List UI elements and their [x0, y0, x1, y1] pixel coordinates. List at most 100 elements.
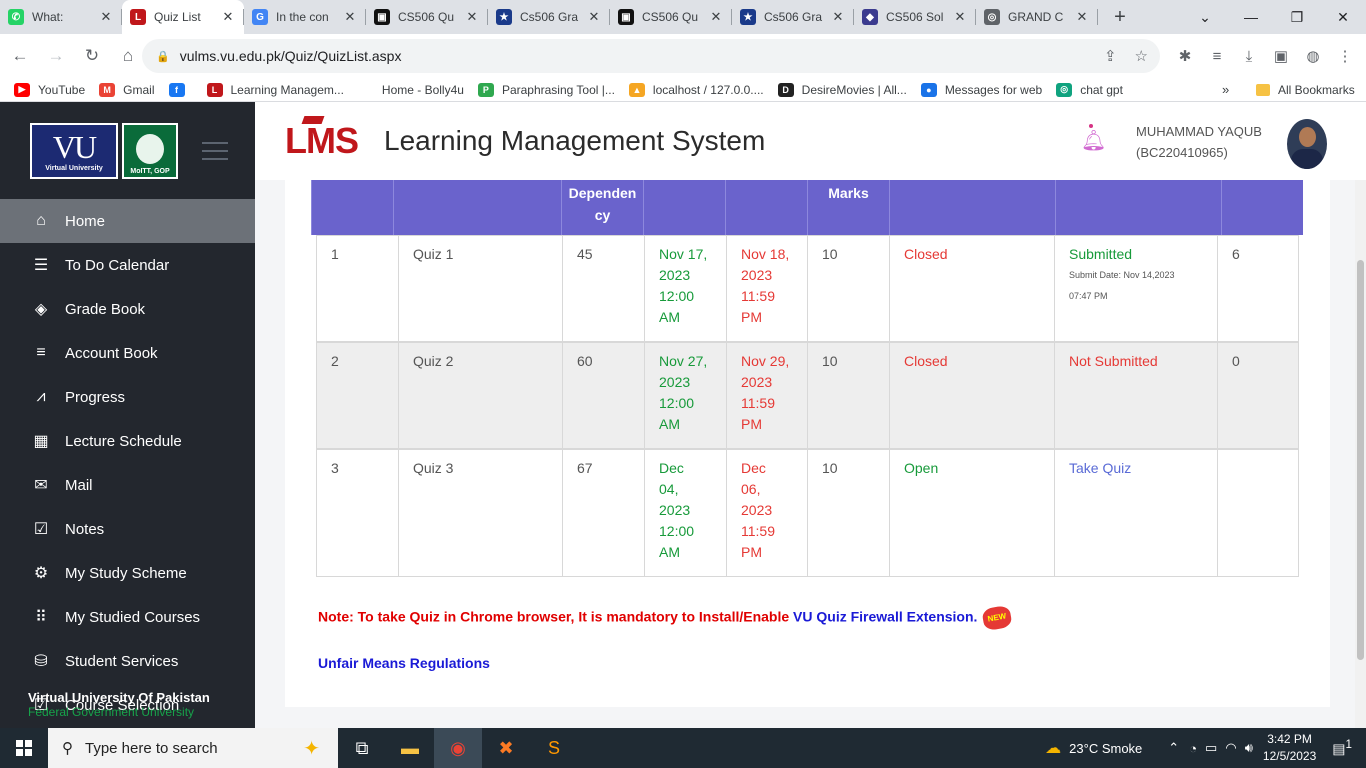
wifi-icon[interactable]: ◠ — [1225, 740, 1236, 756]
user-info[interactable]: MUHAMMAD YAQUB (BC220410965) — [1136, 121, 1262, 163]
task-view-icon[interactable]: ⧉ — [338, 728, 386, 768]
menu-dots-icon[interactable]: ⋮ — [1332, 40, 1358, 72]
bell-icon[interactable]: 🔔︎ — [1081, 128, 1106, 153]
sidebar-item[interactable]: ▦ Lecture Schedule — [0, 419, 255, 463]
grid-icon: ⠿ — [35, 609, 47, 626]
tab-title: Cs506 Gra — [520, 10, 579, 24]
star-icon: ★ — [740, 9, 756, 25]
close-tab-icon[interactable]: ✕ — [98, 9, 114, 25]
unfair-means-link[interactable]: Unfair Means Regulations — [318, 655, 490, 671]
browser-tab[interactable]: ▣ CS506 Qu ✕ — [366, 0, 488, 34]
sidebar: VU Virtual University MoITT, GOP ⌂ Home ☰ T… — [0, 102, 255, 728]
browser-tab[interactable]: G In the con ✕ — [244, 0, 366, 34]
browser-tab[interactable]: L Quiz List ✕ — [122, 0, 244, 34]
file-explorer-icon[interactable]: ▬ — [386, 728, 434, 768]
tab-search-icon[interactable]: ⌄ — [1182, 0, 1228, 34]
maximize-button[interactable]: ❐ — [1274, 0, 1320, 34]
close-tab-icon[interactable]: ✕ — [464, 9, 480, 25]
close-tab-icon[interactable]: ✕ — [586, 9, 602, 25]
profile-icon[interactable]: ◍ — [1300, 40, 1326, 72]
sidebar-item[interactable]: ✉ Mail — [0, 463, 255, 507]
column-header — [725, 180, 807, 235]
share-icon[interactable]: ⇪ — [1104, 47, 1117, 65]
browser-tab[interactable]: ★ Cs506 Gra ✕ — [732, 0, 854, 34]
minimize-button[interactable]: — — [1228, 0, 1274, 34]
close-tab-icon[interactable]: ✕ — [952, 9, 968, 25]
sidebar-item[interactable]: ⠿ My Studied Courses — [0, 595, 255, 639]
weather-text[interactable]: 23°C Smoke — [1069, 741, 1142, 756]
bookmark-item[interactable]: L Learning Managem... — [206, 82, 344, 97]
bookmark-item[interactable]: ▶ YouTube — [14, 82, 85, 97]
close-tab-icon[interactable]: ✕ — [220, 9, 236, 25]
take-quiz-link[interactable]: Take Quiz — [1069, 458, 1217, 479]
bookmark-item[interactable]: ● Messages for web — [920, 82, 1042, 97]
avatar[interactable] — [1287, 119, 1327, 169]
vu-logo[interactable]: VU Virtual University — [30, 122, 118, 179]
bookmark-item[interactable]: f — [168, 82, 193, 97]
bookmark-icon: L — [206, 82, 223, 97]
notification-icon[interactable]: ▤1 — [1332, 738, 1352, 758]
taskbar-search[interactable]: ⚲ Type here to search ✦ — [48, 728, 338, 768]
browser-tab[interactable]: ✆ What: ✕ — [0, 0, 122, 34]
quiz-marks: 10 — [807, 450, 889, 576]
forward-button[interactable]: → — [40, 40, 72, 72]
sidebar-item[interactable]: ◈ Grade Book — [0, 287, 255, 331]
close-tab-icon[interactable]: ✕ — [1074, 9, 1090, 25]
bookmark-item[interactable]: P Paraphrasing Tool |... — [477, 82, 615, 97]
page-scrollbar[interactable] — [1355, 180, 1366, 728]
hamburger-menu-icon[interactable] — [202, 141, 228, 160]
quiz-icon: ▣ — [374, 9, 390, 25]
lms-logo[interactable]: LMS — [285, 116, 359, 162]
bookmark-item[interactable]: M Gmail — [99, 82, 155, 97]
volume-icon[interactable]: 🔊︎ — [1245, 740, 1253, 756]
sidebar-item[interactable]: ☰ To Do Calendar — [0, 243, 255, 287]
media-icon[interactable]: ≡ — [1204, 40, 1230, 72]
close-tab-icon[interactable]: ✕ — [830, 9, 846, 25]
new-tab-button[interactable]: + — [1104, 0, 1136, 34]
battery-icon[interactable]: ▭ — [1205, 740, 1217, 756]
bookmark-star-icon[interactable]: ☆ — [1135, 47, 1148, 65]
address-bar[interactable]: 🔒 vulms.vu.edu.pk/Quiz/QuizList.aspx ⇪ ☆ — [142, 39, 1160, 73]
browser-tab[interactable]: ◆ CS506 Sol ✕ — [854, 0, 976, 34]
tray-chevron-icon[interactable]: ⌃ — [1168, 740, 1179, 756]
system-tray: ☁ 23°C Smoke ⌃ ◔ ▭ ◠ 🔊︎ 3:42 PM 12/5/202… — [1045, 728, 1366, 768]
start-button[interactable] — [0, 728, 48, 768]
start-date-line: AM — [659, 309, 680, 325]
clock-time: 3:42 PM — [1267, 732, 1312, 746]
clock[interactable]: 3:42 PM 12/5/2023 — [1263, 731, 1316, 765]
browser-tab[interactable]: ▣ CS506 Qu ✕ — [610, 0, 732, 34]
windows-taskbar: ⚲ Type here to search ✦ ⧉ ▬ ◉ ✖ S ☁ 23°C… — [0, 728, 1366, 768]
chrome-icon[interactable]: ◉ — [434, 728, 482, 768]
home-button[interactable]: ⌂ — [112, 40, 144, 72]
firewall-extension-link[interactable]: VU Quiz Firewall Extension. — [793, 609, 977, 625]
sidebar-item[interactable]: ⚙ My Study Scheme — [0, 551, 255, 595]
sidebar-item[interactable]: ≡ Account Book — [0, 331, 255, 375]
bookmark-item[interactable]: Home - Bolly4u — [357, 82, 464, 97]
quiz-result[interactable]: Take Quiz — [1054, 450, 1217, 576]
download-icon[interactable]: ⤓ — [1236, 40, 1262, 72]
bookmark-item[interactable]: ▲ localhost / 127.0.0.... — [628, 82, 764, 97]
bookmark-item[interactable]: ◎ chat gpt — [1056, 82, 1123, 97]
all-bookmarks-button[interactable]: All Bookmarks — [1256, 83, 1355, 97]
bookmarks-more-button[interactable]: » — [1222, 82, 1229, 97]
network-icon[interactable]: ◔ — [1189, 741, 1197, 756]
sidebar-item[interactable]: ⛁ Student Services — [0, 639, 255, 683]
browser-tab[interactable]: ◎ GRAND C ✕ — [976, 0, 1098, 34]
scrollbar-thumb[interactable] — [1357, 260, 1364, 660]
sidebar-item[interactable]: ☑ Notes — [0, 507, 255, 551]
side-panel-icon[interactable]: ▣ — [1268, 40, 1294, 72]
browser-tab[interactable]: ★ Cs506 Gra ✕ — [488, 0, 610, 34]
reload-button[interactable]: ↻ — [76, 40, 108, 72]
sidebar-item[interactable]: ⌂ Home — [0, 199, 255, 243]
extensions-icon[interactable]: ✱ — [1172, 40, 1198, 72]
back-button[interactable]: ← — [4, 40, 36, 72]
close-window-button[interactable]: ✕ — [1320, 0, 1366, 34]
column-header — [1055, 180, 1221, 235]
close-tab-icon[interactable]: ✕ — [708, 9, 724, 25]
close-tab-icon[interactable]: ✕ — [342, 9, 358, 25]
xampp-icon[interactable]: ✖ — [482, 728, 530, 768]
sidebar-item[interactable]: ⩘ Progress — [0, 375, 255, 419]
bookmark-item[interactable]: D DesireMovies | All... — [777, 82, 907, 97]
quiz-title: Quiz 2 — [398, 343, 562, 448]
sublime-icon[interactable]: S — [530, 728, 578, 768]
